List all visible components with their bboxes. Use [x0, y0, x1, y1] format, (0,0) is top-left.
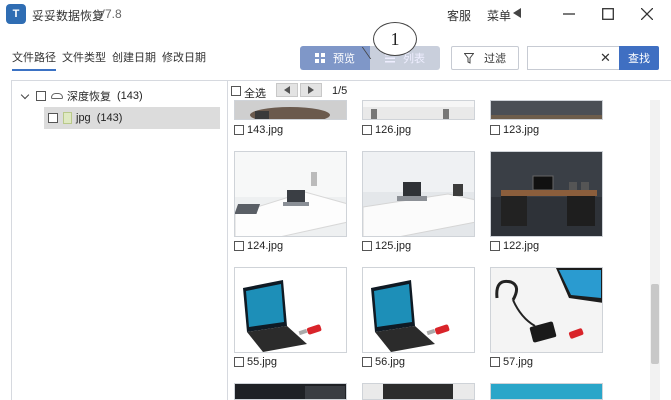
callout-number: 1 — [373, 22, 417, 56]
arrow-right-icon — [308, 86, 314, 94]
list-item: 143.jpg — [234, 124, 283, 136]
list-item: 56.jpg — [362, 356, 405, 368]
menu-button[interactable]: 菜单 — [487, 7, 511, 24]
checkbox[interactable] — [36, 91, 46, 101]
prev-page-button[interactable] — [276, 83, 298, 97]
maximize-button[interactable] — [598, 4, 618, 24]
menu-arrow-icon[interactable] — [513, 8, 521, 18]
file-name: 143.jpg — [247, 124, 284, 136]
app-logo-icon: T — [6, 4, 26, 24]
list-item: 57.jpg — [490, 356, 533, 368]
file-name: 55.jpg — [247, 356, 277, 368]
checkbox[interactable] — [362, 241, 372, 251]
tab-created-date[interactable]: 创建日期 — [112, 49, 156, 71]
file-name: 122.jpg — [503, 240, 540, 252]
thumbnail-image[interactable] — [234, 151, 347, 237]
thumbnail-image[interactable] — [362, 267, 475, 353]
thumbnail-image[interactable] — [490, 151, 603, 237]
thumbnail-image[interactable] — [362, 100, 475, 120]
chevron-down-icon[interactable] — [20, 90, 30, 99]
app-title: 妥妥数据恢复 — [32, 9, 105, 23]
thumbnail-image[interactable] — [234, 267, 347, 353]
tab-file-path[interactable]: 文件路径 — [12, 49, 56, 71]
checkbox[interactable] — [490, 357, 500, 367]
file-name: 57.jpg — [503, 356, 533, 368]
app-version: V7.8 — [97, 7, 122, 21]
view-mode-tabs: 文件路径 文件类型 创建日期 修改日期 — [12, 49, 206, 71]
checkbox[interactable] — [48, 113, 58, 123]
arrow-left-icon — [284, 86, 290, 94]
checkbox[interactable] — [490, 125, 500, 135]
thumbnail-image[interactable] — [490, 383, 603, 400]
next-page-button[interactable] — [300, 83, 322, 97]
checkbox[interactable] — [234, 357, 244, 367]
tree-item-label: jpg — [76, 112, 91, 124]
checkbox[interactable] — [362, 357, 372, 367]
grid-toolbar: 全选 1/5 — [228, 81, 671, 101]
tree-item-count: (143) — [96, 112, 123, 124]
thumbnail-image[interactable] — [234, 383, 347, 400]
list-item: 55.jpg — [234, 356, 277, 368]
tree-item-label: 深度恢复 — [67, 91, 111, 103]
close-button[interactable] — [637, 4, 657, 24]
tree-item-deep-recovery[interactable]: 深度恢复 (143) — [12, 85, 227, 107]
minimize-icon — [563, 13, 575, 15]
help-link[interactable]: 客服 — [447, 7, 471, 24]
folder-tree: 深度恢复 (143) jpg (143) — [11, 80, 228, 400]
thumbnail-image[interactable] — [234, 100, 347, 120]
clear-search-icon[interactable]: ✕ — [600, 50, 611, 66]
list-item: 125.jpg — [362, 240, 411, 252]
file-name: 124.jpg — [247, 240, 284, 252]
checkbox[interactable] — [234, 241, 244, 251]
file-name: 123.jpg — [503, 124, 540, 136]
preview-button[interactable]: 预览 — [300, 46, 370, 70]
thumbnail-image[interactable] — [490, 100, 603, 120]
search-button[interactable]: 查找 — [619, 46, 659, 70]
checkbox[interactable] — [362, 125, 372, 135]
search-input[interactable] — [528, 47, 604, 69]
file-icon — [63, 112, 72, 124]
checkbox[interactable] — [490, 241, 500, 251]
list-item: 122.jpg — [490, 240, 539, 252]
filter-button[interactable]: 过滤 — [451, 46, 519, 70]
list-item: 124.jpg — [234, 240, 283, 252]
close-icon — [641, 8, 653, 20]
checkbox[interactable] — [234, 125, 244, 135]
list-item: 123.jpg — [490, 124, 539, 136]
grid-icon — [315, 53, 325, 63]
title-bar: T 妥妥数据恢复 V7.8 客服 菜单 — [0, 0, 671, 28]
thumbnail-image[interactable] — [362, 383, 475, 400]
select-all-checkbox[interactable] — [231, 86, 241, 96]
tab-modified-date[interactable]: 修改日期 — [162, 49, 206, 71]
preview-label: 预览 — [333, 53, 355, 65]
funnel-icon — [464, 52, 474, 64]
file-name: 56.jpg — [375, 356, 405, 368]
select-all-label: 全选 — [244, 88, 266, 100]
thumbnail-image[interactable] — [490, 267, 603, 353]
tab-file-type[interactable]: 文件类型 — [62, 49, 106, 71]
filter-label: 过滤 — [484, 53, 506, 65]
maximize-icon — [602, 8, 614, 20]
file-name: 126.jpg — [375, 124, 412, 136]
page-indicator: 1/5 — [332, 85, 348, 97]
minimize-button[interactable] — [559, 4, 579, 24]
file-name: 125.jpg — [375, 240, 412, 252]
list-item: 126.jpg — [362, 124, 411, 136]
tree-item-jpg[interactable]: jpg (143) — [44, 107, 220, 129]
tree-item-count: (143) — [117, 90, 143, 102]
scrollbar-thumb[interactable] — [651, 284, 659, 364]
thumbnail-image[interactable] — [362, 151, 475, 237]
drive-icon — [51, 93, 63, 99]
